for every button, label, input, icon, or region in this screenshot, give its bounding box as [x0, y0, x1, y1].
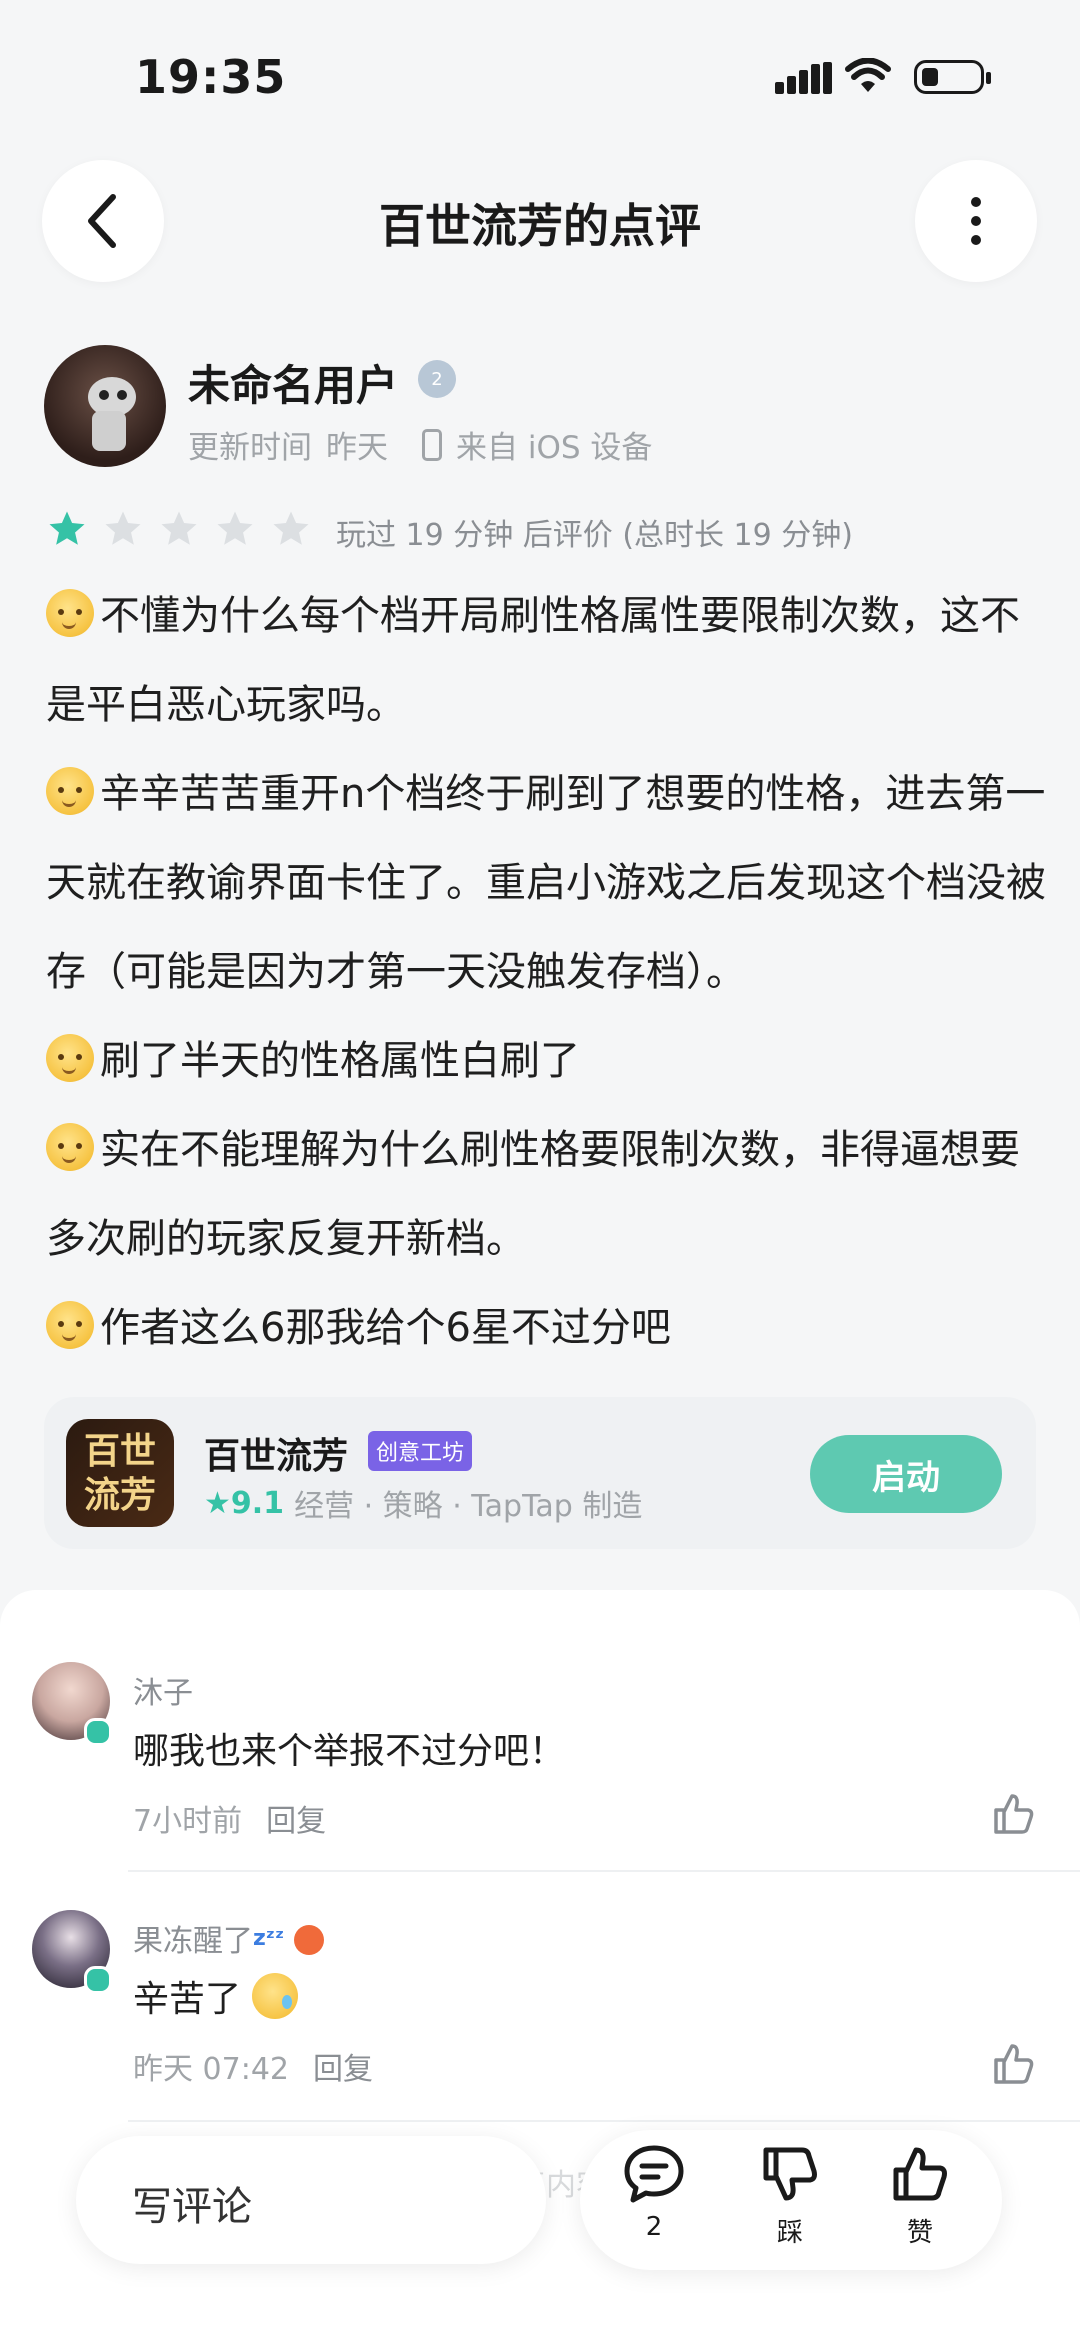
updated-value: 昨天	[326, 430, 388, 466]
reply-link[interactable]: 回复	[266, 1796, 326, 1840]
sleep-icon: zᶻᶻ	[253, 1926, 285, 1951]
comment-meta: 昨天 07:42 回复	[133, 2044, 373, 2088]
verified-badge	[84, 1718, 112, 1746]
review-paragraph: 刷了半天的性格属性白刷了	[46, 1017, 1046, 1106]
launch-button[interactable]: 启动	[810, 1435, 1002, 1513]
comment-time: 7小时前	[133, 1804, 243, 1839]
reviewer-avatar[interactable]	[44, 345, 166, 467]
smirk-emoji-icon	[46, 1034, 94, 1082]
thumbs-up-icon[interactable]	[990, 1790, 1036, 1836]
bottom-action-bar: 写评论 2 踩 赞	[0, 2110, 1080, 2341]
star-filled-icon	[49, 511, 85, 545]
gamer-badge-icon	[294, 1925, 325, 1955]
comment-button[interactable]: 2	[604, 2144, 704, 2242]
review-paragraph: 实在不能理解为什么刷性格要限制次数，非得逼想要多次刷的玩家反复开新档。	[46, 1106, 1046, 1284]
comment-count: 2	[645, 2212, 663, 2242]
like-label: 赞	[906, 2218, 933, 2248]
cellular-signal-icon	[775, 62, 832, 94]
avatar-figure-icon	[88, 377, 136, 451]
reviewer-name[interactable]: 未命名用户	[188, 352, 398, 413]
dislike-button[interactable]: 踩	[740, 2144, 840, 2249]
star-empty-icon	[105, 511, 141, 545]
write-comment-input[interactable]: 写评论	[76, 2136, 546, 2264]
comment-time: 昨天 07:42	[133, 2052, 289, 2087]
rating-stars	[46, 508, 312, 550]
level-badge: 2	[418, 360, 456, 398]
comment-meta: 7小时前 回复	[133, 1796, 326, 1840]
game-icon: 百世流芳	[66, 1419, 174, 1527]
comment-bubble-icon	[624, 2145, 684, 2203]
like-button[interactable]: 赞	[870, 2144, 970, 2249]
game-genre: 经营 · 策略 · TapTap 制造	[294, 1489, 643, 1524]
more-options-button[interactable]	[915, 160, 1037, 282]
comment-text: 哪我也来个举报不过分吧！	[133, 1731, 566, 1772]
smirk-emoji-icon	[46, 1123, 94, 1171]
comment-author[interactable]: 沐子	[133, 1668, 193, 1712]
action-group: 2 踩 赞	[580, 2130, 1002, 2270]
status-bar: 19:35	[0, 0, 1080, 150]
smirk-emoji-icon	[46, 767, 94, 815]
write-comment-placeholder: 写评论	[132, 2184, 252, 2230]
thumbs-up-icon[interactable]	[990, 2040, 1036, 2086]
more-vertical-icon	[971, 197, 981, 245]
review-paragraph: 不懂为什么每个档开局刷性格属性要限制次数，这不是平白恶心玩家吗。	[46, 572, 1046, 750]
game-info: ★9.1 经营 · 策略 · TapTap 制造	[204, 1481, 642, 1525]
review-paragraph: 作者这么6那我给个6星不过分吧	[46, 1284, 1046, 1373]
battery-icon	[914, 60, 991, 94]
smirk-emoji-icon	[46, 589, 94, 637]
wifi-icon	[845, 58, 891, 92]
crying-emoji-icon	[252, 1973, 299, 2019]
comment-text: 辛苦了	[133, 1970, 299, 2022]
phone-icon	[422, 428, 442, 461]
game-score: ★9.1	[204, 1485, 285, 1521]
dislike-label: 踩	[776, 2218, 803, 2248]
review-meta: 更新时间 昨天 来自 iOS 设备	[188, 422, 652, 467]
device-source: 来自 iOS 设备	[456, 430, 653, 466]
reply-link[interactable]: 回复	[313, 2044, 373, 2088]
verified-badge	[84, 1966, 112, 1994]
star-empty-icon	[217, 511, 253, 545]
status-time: 19:35	[135, 50, 287, 104]
comment-divider	[128, 1870, 1080, 1872]
comment-author[interactable]: 果冻醒了zᶻᶻ	[133, 1916, 325, 1960]
review-paragraph: 辛辛苦苦重开n个档终于刷到了想要的性格，进去第一天就在教谕界面卡住了。重启小游戏…	[46, 750, 1046, 1017]
star-empty-icon	[273, 511, 309, 545]
workshop-tag: 创意工坊	[368, 1431, 473, 1471]
review-content: 不懂为什么每个档开局刷性格属性要限制次数，这不是平白恶心玩家吗。 辛辛苦苦重开n个…	[46, 572, 1046, 1373]
game-card[interactable]: 百世流芳 百世流芳 创意工坊 ★9.1 经营 · 策略 · TapTap 制造 …	[44, 1397, 1036, 1549]
updated-label: 更新时间	[188, 430, 312, 466]
thumbs-up-icon	[893, 2147, 947, 2201]
star-empty-icon	[161, 511, 197, 545]
game-name: 百世流芳	[204, 1436, 349, 1477]
thumbs-down-icon	[763, 2147, 817, 2201]
smirk-emoji-icon	[46, 1301, 94, 1349]
played-time: 玩过 19 分钟 后评价 (总时长 19 分钟)	[336, 518, 853, 553]
